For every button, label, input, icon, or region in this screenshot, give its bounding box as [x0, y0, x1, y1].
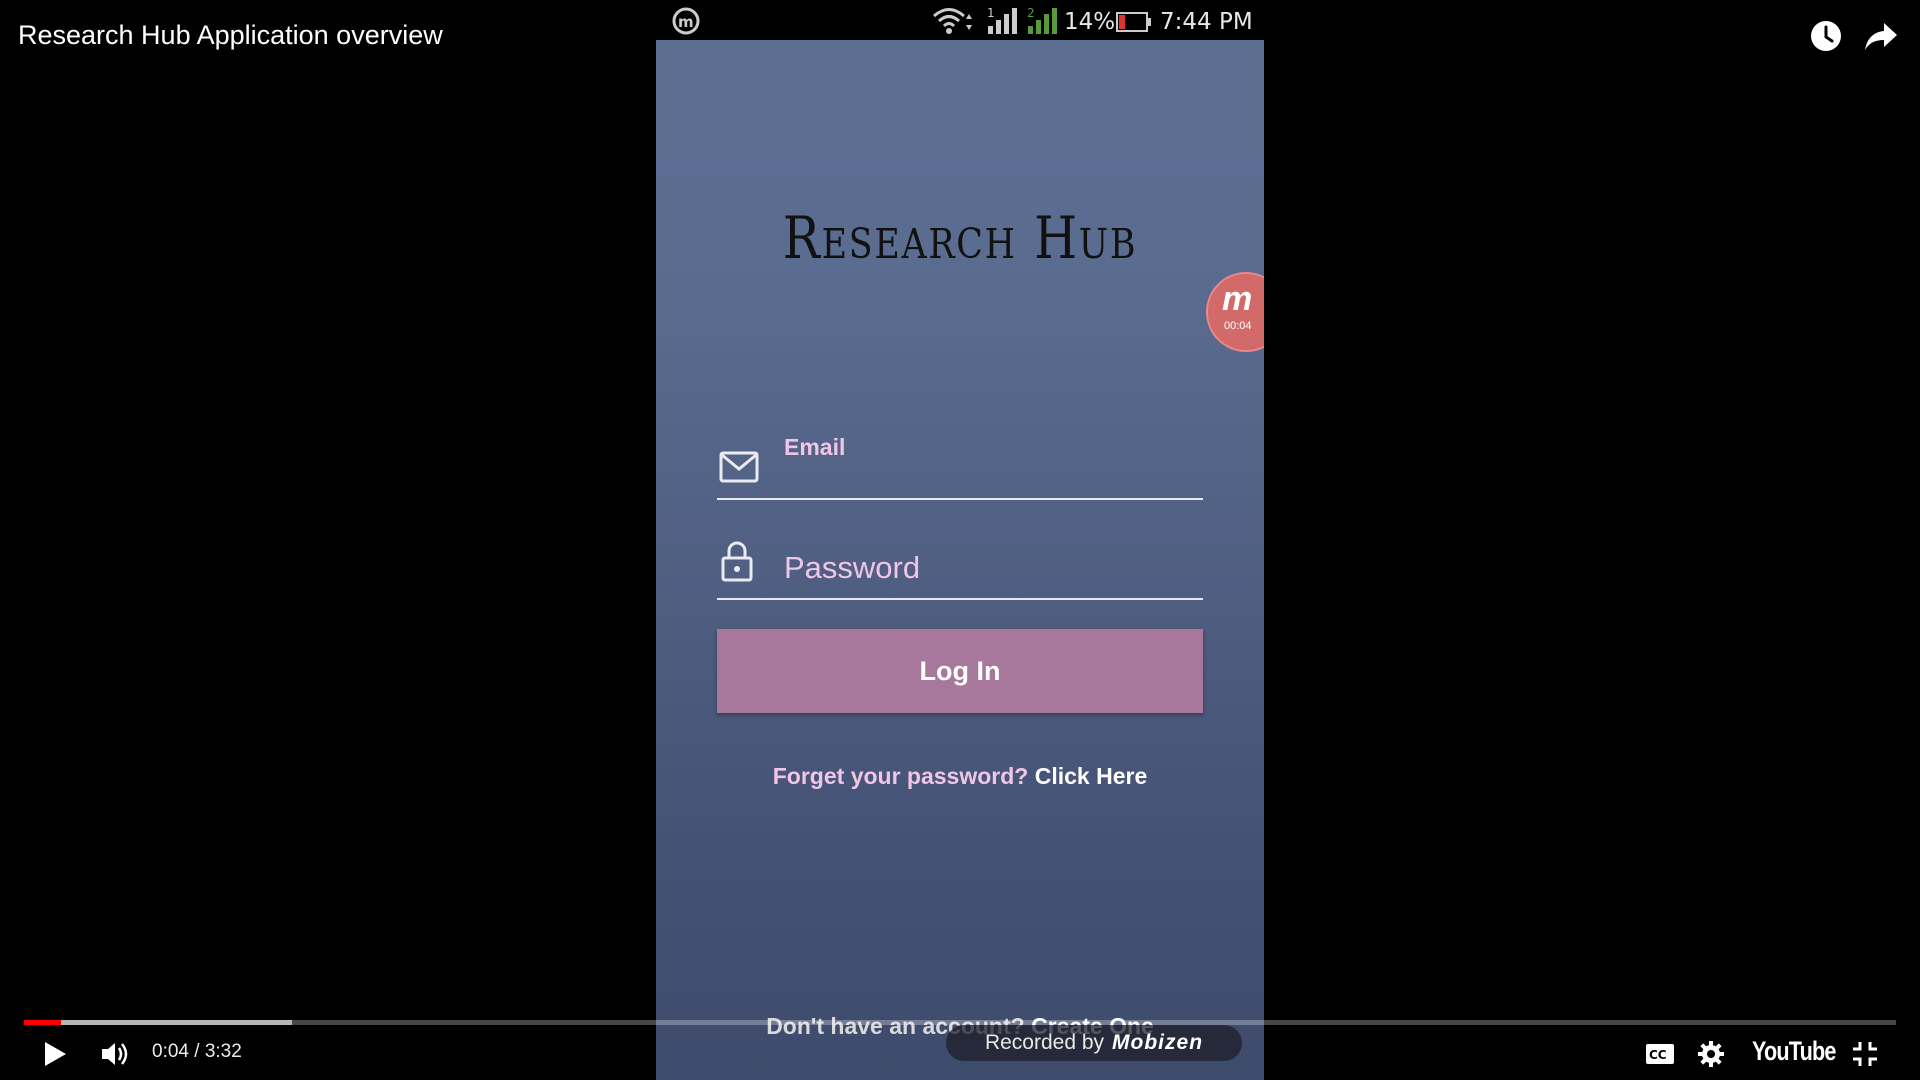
play-button[interactable]: [42, 1036, 76, 1072]
recorder-watermark: Recorded by Mobizen: [946, 1025, 1242, 1061]
password-placeholder: Password: [784, 550, 921, 585]
youtube-logo[interactable]: YouTube: [1752, 1036, 1836, 1067]
play-icon: [45, 1042, 66, 1066]
signal-sim1-icon: 1: [987, 6, 1017, 34]
forgot-password-link[interactable]: Click Here: [1035, 763, 1148, 789]
mobizen-float-button[interactable]: m 00:04: [1206, 272, 1264, 352]
login-button[interactable]: Log In: [717, 629, 1203, 713]
svg-text:2: 2: [1027, 6, 1035, 20]
video-title: Research Hub Application overview: [18, 20, 443, 50]
volume-button[interactable]: [100, 1036, 140, 1072]
settings-icon: [1698, 1041, 1724, 1067]
wifi-icon: [933, 8, 972, 34]
time-display: 0:04 / 3:32: [152, 1041, 242, 1062]
battery-icon: [1116, 12, 1151, 32]
svg-text:CC: CC: [1649, 1048, 1667, 1062]
progress-bar[interactable]: [24, 1020, 1896, 1025]
cc-icon: CC: [1646, 1044, 1674, 1064]
email-field[interactable]: Email: [717, 406, 1203, 500]
mobizen-status-icon: m: [672, 7, 700, 35]
phone-screen: m 1 2 14% 7:44 PM Research Hub Email Pas…: [656, 0, 1264, 1080]
forgot-password-text: Forget your password?: [772, 763, 1035, 789]
recording-time: 00:04: [1224, 320, 1252, 332]
volume-icon: [102, 1043, 128, 1065]
app-logo: Research Hub: [782, 204, 1138, 272]
email-label: Email: [784, 434, 846, 460]
captions-button[interactable]: CC: [1645, 1036, 1679, 1072]
watch-later-icon: [1811, 21, 1841, 51]
watermark-prefix: Recorded by: [984, 1031, 1105, 1054]
share-button[interactable]: [1861, 16, 1901, 56]
status-bar: m 1 2 14% 7:44 PM: [656, 0, 1264, 40]
svg-text:m: m: [678, 13, 694, 31]
mobizen-letter: m: [1222, 280, 1253, 318]
forgot-password-row: Forget your password? Click Here: [656, 763, 1264, 790]
progress-played: [24, 1020, 62, 1025]
battery-percent: 14%: [1064, 9, 1116, 35]
status-time: 7:44 PM: [1160, 9, 1253, 35]
signal-sim2-icon: 2: [1027, 6, 1057, 34]
settings-button[interactable]: [1697, 1036, 1731, 1072]
email-icon: [719, 451, 759, 483]
fullscreen-exit-icon: [1853, 1042, 1877, 1066]
progress-buffered: [24, 1020, 292, 1025]
share-icon: [1865, 23, 1897, 50]
login-screen: Research Hub Email Password Log In Forge…: [656, 40, 1264, 1080]
lock-icon: [721, 541, 753, 582]
watermark-brand: Mobizen: [1112, 1031, 1204, 1054]
svg-text:1: 1: [987, 6, 995, 20]
exit-fullscreen-button[interactable]: [1852, 1036, 1886, 1072]
password-field[interactable]: Password: [717, 510, 1203, 600]
watch-later-button[interactable]: [1806, 16, 1846, 56]
